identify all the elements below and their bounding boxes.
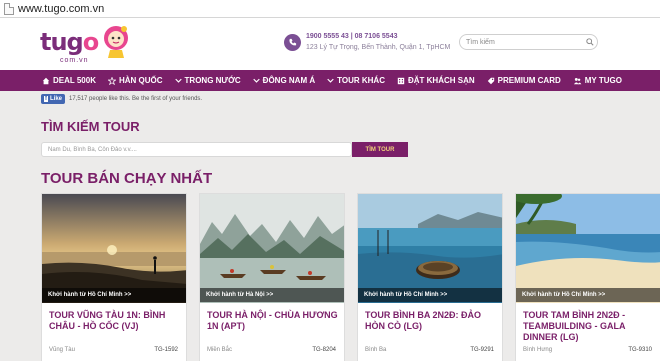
tour-card[interactable]: Khởi hành từ Hồ Chí Minh >> TOUR BÌNH BA… <box>357 193 503 361</box>
nav-item-trong-nuoc[interactable]: TRONG NƯỚC <box>174 76 241 85</box>
tour-search-placeholder: Nam Du, Bình Ba, Côn Đảo v.v.... <box>48 146 137 153</box>
bestsellers-heading: TOUR BÁN CHẠY NHẤT <box>41 170 213 187</box>
tour-search-heading: TÌM KIẾM TOUR <box>41 119 140 134</box>
nav-item-dat-khach-san[interactable]: ĐẶT KHÁCH SẠN <box>397 76 475 85</box>
phone-icon <box>284 33 301 51</box>
nav-item-tour-khac[interactable]: TOUR KHÁC <box>327 76 385 85</box>
tour-region: Vũng Tàu <box>49 347 75 353</box>
chevron-down-icon <box>327 78 334 83</box>
star-icon <box>107 76 116 85</box>
tugo-logo[interactable]: tugo com.vn <box>40 24 130 66</box>
tour-search-input[interactable]: Nam Du, Bình Ba, Côn Đảo v.v.... <box>41 142 352 157</box>
logo-subtext: com.vn <box>60 57 89 64</box>
tour-region: Bình Hưng <box>523 347 553 353</box>
nav-item-han-quoc[interactable]: HÀN QUỐC <box>107 76 163 85</box>
tag-icon <box>487 77 494 84</box>
url-text[interactable]: www.tugo.com.vn <box>18 3 104 15</box>
tour-code: TG-1592 <box>154 347 178 353</box>
search-icon[interactable] <box>583 35 597 49</box>
users-icon <box>573 77 582 84</box>
hotline-numbers: 1900 5555 43 | 08 7106 5543 <box>306 33 398 40</box>
tour-code: TG-9310 <box>628 347 652 353</box>
chevron-down-icon <box>252 78 260 83</box>
tour-image[interactable] <box>200 194 344 303</box>
site-search-placeholder: Tìm kiếm <box>466 38 495 46</box>
tour-name[interactable]: TOUR TAM BÌNH 2N2Đ - TEAMBUILDING - GALA… <box>523 310 657 343</box>
main-nav: DEAL 500K HÀN QUỐC TRONG NƯỚC ĐÔNG NAM Á… <box>0 70 660 91</box>
site-header: tugo com.vn 1900 5555 43 | 08 7106 5543 … <box>0 18 660 70</box>
home-icon <box>42 77 50 84</box>
tour-code: TG-9291 <box>470 347 494 353</box>
browser-address-bar[interactable]: www.tugo.com.vn <box>0 0 660 18</box>
nav-item-deal-500k[interactable]: DEAL 500K <box>42 76 96 85</box>
site-search-input[interactable]: Tìm kiếm <box>459 34 598 50</box>
hotel-icon <box>397 77 405 84</box>
tour-card[interactable]: Khởi hành từ Hồ Chí Minh >> TOUR TAM BÌN… <box>515 193 660 361</box>
nav-item-premium-card[interactable]: PREMIUM CARD <box>487 76 561 85</box>
tour-name[interactable]: TOUR BÌNH BA 2N2Đ: ĐẢO HÒN CÒ (LG) <box>365 310 499 332</box>
departure-label[interactable]: Khởi hành từ Hồ Chí Minh >> <box>42 288 186 302</box>
tour-image[interactable] <box>42 194 186 303</box>
tour-name[interactable]: TOUR VŨNG TÀU 1N: BÌNH CHÂU - HỒ CỐC (VJ… <box>49 310 183 332</box>
tour-image[interactable] <box>358 194 502 303</box>
page-icon <box>4 2 14 15</box>
departure-label[interactable]: Khởi hành từ Hồ Chí Minh >> <box>516 288 660 302</box>
tour-image[interactable] <box>516 194 660 303</box>
office-address: 123 Lý Tự Trọng, Bến Thành, Quận 1, TpHC… <box>306 44 451 51</box>
tour-region: Bình Ba <box>365 347 387 353</box>
tour-name[interactable]: TOUR HÀ NỘI - CHÙA HƯƠNG 1N (APT) <box>207 310 341 332</box>
tour-code: TG-8204 <box>312 347 336 353</box>
logo-mascot-icon <box>104 26 128 58</box>
chevron-down-icon <box>174 78 182 83</box>
facebook-like-widget: f Like 17,517 people like this. Be the f… <box>41 94 202 104</box>
facebook-like-count: 17,517 people like this. Be the first of… <box>69 96 203 102</box>
facebook-like-button[interactable]: f Like <box>41 94 66 104</box>
contact-info: 1900 5555 43 | 08 7106 5543 123 Lý Tự Tr… <box>284 31 450 53</box>
nav-item-my-tugo[interactable]: MY TUGO <box>573 76 622 85</box>
tour-card[interactable]: Khởi hành từ Hà Nội >> TOUR HÀ NỘI - CHÙ… <box>199 193 345 361</box>
facebook-icon: f <box>44 96 48 102</box>
logo-wordmark: tugo <box>40 28 99 56</box>
departure-label[interactable]: Khởi hành từ Hà Nội >> <box>200 288 344 302</box>
tour-region: Miền Bắc <box>207 347 233 353</box>
tour-search-button[interactable]: TÌM TOUR <box>352 142 408 157</box>
departure-label[interactable]: Khởi hành từ Hồ Chí Minh >> <box>358 288 502 302</box>
tour-card[interactable]: Khởi hành từ Hồ Chí Minh >> TOUR VŨNG TÀ… <box>41 193 187 361</box>
nav-item-dong-nam-a[interactable]: ĐÔNG NAM Á <box>252 76 315 85</box>
